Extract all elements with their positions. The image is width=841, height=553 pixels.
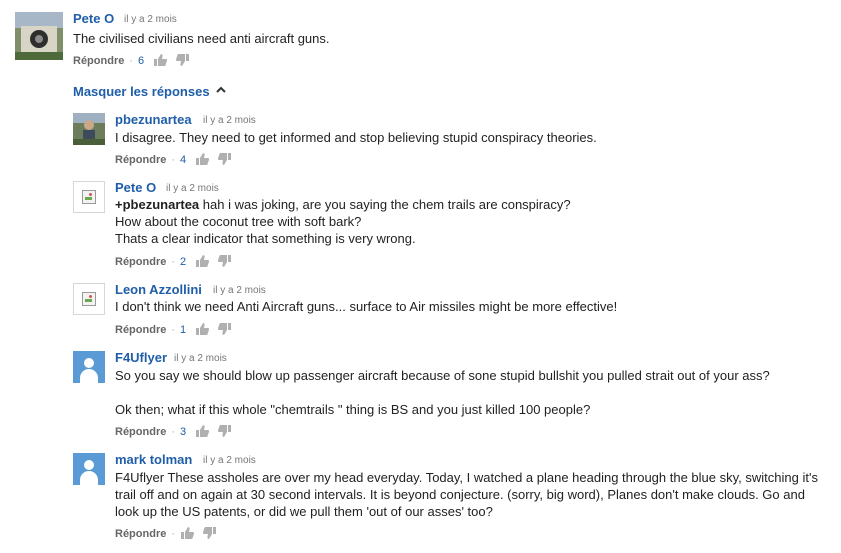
comment-line: Ok then; what if this whole "chemtrails … [115, 402, 591, 417]
default-user-icon [84, 358, 94, 368]
comment-text: So you say we should blow up passenger a… [115, 367, 770, 418]
avatar[interactable] [73, 453, 105, 485]
comment-actions: Répondre · 3 [115, 425, 241, 438]
reply-button[interactable]: Répondre [115, 528, 166, 540]
comment-text: The civilised civilians need anti aircra… [73, 31, 330, 46]
comment-actions: Répondre · 4 [115, 153, 241, 166]
thumbs-up-icon[interactable] [195, 323, 210, 335]
comment-actions: Répondre · 1 [115, 323, 241, 336]
avatar[interactable] [73, 283, 105, 315]
comment-actions: Répondre · 2 [115, 255, 241, 268]
like-count: 2 [180, 256, 187, 268]
comment-author[interactable]: mark tolman [115, 452, 192, 467]
separator-dot: · [171, 528, 176, 540]
comment-timestamp[interactable]: il y a 2 mois [124, 14, 177, 25]
comment-timestamp[interactable]: il y a 2 mois [166, 183, 219, 194]
avatar[interactable] [15, 12, 63, 60]
broken-image-icon [82, 190, 96, 204]
thumbs-down-icon[interactable] [218, 153, 232, 165]
comment-line: How about the coconut tree with soft bar… [115, 214, 362, 229]
thumbs-down-icon[interactable] [218, 425, 232, 437]
comment-text: F4Uflyer These assholes are over my head… [115, 470, 818, 519]
comment-line: Thats a clear indicator that something i… [115, 231, 416, 246]
separator-dot: · [129, 55, 134, 67]
reply-button[interactable]: Répondre [115, 426, 166, 438]
comment-timestamp[interactable]: il y a 2 mois [174, 353, 227, 364]
comment-line: So you say we should blow up passenger a… [115, 368, 770, 383]
comment-timestamp[interactable]: il y a 2 mois [203, 455, 256, 466]
hide-replies-toggle[interactable]: Masquer les réponses [73, 84, 226, 99]
separator-dot: · [171, 154, 176, 166]
default-user-icon [84, 460, 94, 470]
hide-replies-label: Masquer les réponses [73, 84, 210, 99]
thumbs-up-icon[interactable] [153, 54, 168, 66]
separator-dot: · [171, 426, 176, 438]
avatar-photo-icon [73, 113, 105, 145]
avatar[interactable] [73, 351, 105, 383]
like-count: 1 [180, 324, 187, 336]
thumbs-down-icon[interactable] [176, 54, 190, 66]
thumbs-up-icon[interactable] [180, 527, 195, 539]
comment-actions: Répondre · 6 [73, 54, 199, 67]
reply-button[interactable]: Répondre [115, 256, 166, 268]
comment-author[interactable]: Pete O [73, 11, 114, 26]
avatar[interactable] [73, 181, 105, 213]
thumbs-down-icon[interactable] [218, 323, 232, 335]
reply-button[interactable]: Répondre [73, 55, 124, 67]
thumbs-down-icon[interactable] [203, 527, 217, 539]
comment-author[interactable]: F4Uflyer [115, 350, 167, 365]
like-count: 6 [138, 55, 145, 67]
comment-line-text: hah i was joking, are you saying the che… [199, 197, 571, 212]
comment-text: I don't think we need Anti Aircraft guns… [115, 299, 618, 314]
comment-line [115, 384, 770, 401]
reply-button[interactable]: Répondre [115, 154, 166, 166]
comment-author[interactable]: Leon Azzollini [115, 282, 202, 297]
avatar-photo-icon [15, 12, 63, 60]
broken-image-icon [82, 292, 96, 306]
avatar[interactable] [73, 113, 105, 145]
reply-button[interactable]: Répondre [115, 324, 166, 336]
separator-dot: · [171, 324, 176, 336]
comment-text: I disagree. They need to get informed an… [115, 130, 597, 145]
comment-timestamp[interactable]: il y a 2 mois [213, 285, 266, 296]
like-count: 3 [180, 426, 187, 438]
thumbs-down-icon[interactable] [218, 255, 232, 267]
chevron-up-icon [215, 86, 226, 93]
mention-link[interactable]: +pbezunartea [115, 197, 199, 212]
comment-actions: Répondre · [115, 527, 226, 540]
thumbs-up-icon[interactable] [195, 255, 210, 267]
comment-text: +pbezunartea hah i was joking, are you s… [115, 196, 571, 247]
comment-line: +pbezunartea hah i was joking, are you s… [115, 196, 571, 213]
thumbs-up-icon[interactable] [195, 425, 210, 437]
comment-author[interactable]: Pete O [115, 180, 156, 195]
comment-author[interactable]: pbezunartea [115, 112, 192, 127]
comment-timestamp[interactable]: il y a 2 mois [203, 115, 256, 126]
separator-dot: · [171, 256, 176, 268]
like-count: 4 [180, 154, 187, 166]
thumbs-up-icon[interactable] [195, 153, 210, 165]
